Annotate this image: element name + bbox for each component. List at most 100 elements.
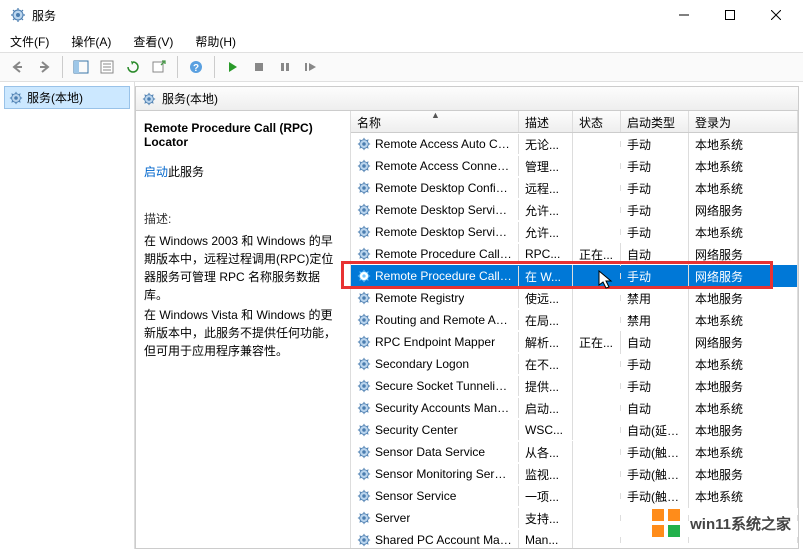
table-row[interactable]: Sensor Service一项...手动(触发...本地系统 — [351, 485, 798, 507]
restart-service-button[interactable] — [299, 55, 323, 79]
gear-icon — [357, 511, 371, 525]
cell-desc: RPC... — [519, 244, 573, 264]
refresh-button[interactable] — [121, 55, 145, 79]
service-rows[interactable]: Remote Access Auto Con...无论...手动本地系统 Remo… — [351, 133, 798, 548]
svg-text:?: ? — [193, 63, 199, 74]
cell-status — [573, 163, 621, 169]
tree-root-label: 服务(本地) — [27, 89, 83, 106]
table-row[interactable]: Sensor Data Service从各...手动(触发...本地系统 — [351, 441, 798, 463]
cell-logon: 本地系统 — [689, 177, 798, 200]
cell-logon: 本地服务 — [689, 463, 798, 486]
cell-name: Remote Registry — [375, 291, 464, 305]
table-row[interactable]: Remote Access Auto Con...无论...手动本地系统 — [351, 133, 798, 155]
gear-icon — [357, 203, 371, 217]
gear-icon — [357, 291, 371, 305]
maximize-button[interactable] — [707, 0, 753, 30]
forward-button[interactable] — [32, 55, 56, 79]
export-button[interactable] — [147, 55, 171, 79]
gear-icon — [357, 401, 371, 415]
service-list: ▲ 名称 描述 状态 启动类型 登录为 Remote Access Auto C… — [351, 111, 798, 548]
cell-logon: 网络服务 — [689, 331, 798, 354]
watermark-logo-icon — [650, 507, 682, 539]
cell-desc: 无论... — [519, 133, 573, 156]
cell-logon: 本地系统 — [689, 155, 798, 178]
cell-desc: 在不... — [519, 353, 573, 376]
table-row[interactable]: Security CenterWSC...自动(延迟...本地服务 — [351, 419, 798, 441]
table-row[interactable]: Remote Desktop Configu...远程...手动本地系统 — [351, 177, 798, 199]
properties-button[interactable] — [95, 55, 119, 79]
table-row[interactable]: Secondary Logon在不...手动本地系统 — [351, 353, 798, 375]
cell-status — [573, 207, 621, 213]
sort-indicator-icon: ▲ — [431, 111, 440, 120]
watermark-text: win11系统之家 — [690, 513, 791, 534]
col-start[interactable]: 启动类型 — [621, 111, 689, 132]
cell-logon: 本地系统 — [689, 309, 798, 332]
cell-name: Remote Desktop Service... — [375, 225, 512, 239]
cell-logon: 本地服务 — [689, 375, 798, 398]
cell-name: Routing and Remote Acc... — [375, 313, 512, 327]
back-button[interactable] — [6, 55, 30, 79]
gear-icon — [357, 137, 371, 151]
cell-start: 禁用 — [621, 287, 689, 310]
table-row[interactable]: Secure Socket Tunneling ...提供...手动本地服务 — [351, 375, 798, 397]
cell-name: RPC Endpoint Mapper — [375, 335, 495, 349]
cell-desc: 允许... — [519, 221, 573, 244]
table-row[interactable]: Remote Desktop Services允许...手动网络服务 — [351, 199, 798, 221]
menu-action[interactable]: 操作(A) — [67, 31, 115, 52]
app-icon — [10, 7, 26, 23]
col-logon[interactable]: 登录为 — [689, 111, 798, 132]
menu-view[interactable]: 查看(V) — [129, 31, 177, 52]
cell-status — [573, 229, 621, 235]
gear-icon — [357, 445, 371, 459]
col-status[interactable]: 状态 — [573, 111, 621, 132]
show-hide-tree-button[interactable] — [69, 55, 93, 79]
content-panel: 服务(本地) Remote Procedure Call (RPC) Locat… — [135, 86, 799, 549]
table-row[interactable]: RPC Endpoint Mapper解析...正在...自动网络服务 — [351, 331, 798, 353]
start-service-link[interactable]: 启动 — [144, 165, 168, 179]
minimize-button[interactable] — [661, 0, 707, 30]
col-desc[interactable]: 描述 — [519, 111, 573, 132]
cell-status — [573, 141, 621, 147]
gear-icon — [357, 379, 371, 393]
help-button[interactable]: ? — [184, 55, 208, 79]
cell-name: Remote Access Connecti... — [375, 159, 512, 173]
table-row[interactable]: Remote Access Connecti...管理...手动本地系统 — [351, 155, 798, 177]
gear-icon — [357, 357, 371, 371]
cell-logon: 本地系统 — [689, 133, 798, 156]
cell-start: 手动(触发... — [621, 441, 689, 464]
table-row[interactable]: Routing and Remote Acc...在局...禁用本地系统 — [351, 309, 798, 331]
cell-desc: WSC... — [519, 420, 573, 440]
cell-start: 手动 — [621, 353, 689, 376]
cell-desc: 支持... — [519, 507, 573, 530]
table-row[interactable]: Sensor Monitoring Service监视...手动(触发...本地… — [351, 463, 798, 485]
close-button[interactable] — [753, 0, 799, 30]
desc-text-1: 在 Windows 2003 和 Windows 的早期版本中，远程过程调用(R… — [144, 232, 342, 304]
start-service-button[interactable] — [221, 55, 245, 79]
cell-desc: 从各... — [519, 441, 573, 464]
table-row[interactable]: Remote Registry使远...禁用本地服务 — [351, 287, 798, 309]
cell-logon: 网络服务 — [689, 199, 798, 222]
gear-icon — [357, 423, 371, 437]
pause-service-button[interactable] — [273, 55, 297, 79]
cell-desc: 管理... — [519, 155, 573, 178]
cell-status — [573, 537, 621, 543]
cell-status — [573, 273, 621, 279]
table-row[interactable]: Remote Procedure Call (...RPC...正在...自动网… — [351, 243, 798, 265]
menu-help[interactable]: 帮助(H) — [191, 31, 240, 52]
table-row[interactable]: Security Accounts Manag...启动...自动本地系统 — [351, 397, 798, 419]
tree-root-item[interactable]: 服务(本地) — [4, 86, 130, 109]
table-row[interactable]: Remote Procedure Call (...在 W...手动网络服务 — [351, 265, 798, 287]
cell-start: 手动(触发... — [621, 485, 689, 508]
gear-icon — [357, 313, 371, 327]
cell-status — [573, 493, 621, 499]
service-title: Remote Procedure Call (RPC) Locator — [144, 121, 342, 149]
gear-icon — [357, 159, 371, 173]
cell-start: 手动 — [621, 265, 689, 288]
stop-service-button[interactable] — [247, 55, 271, 79]
table-row[interactable]: Remote Desktop Service...允许...手动本地系统 — [351, 221, 798, 243]
cell-desc: Man... — [519, 530, 573, 548]
cell-status — [573, 405, 621, 411]
cell-status: 正在... — [573, 331, 621, 354]
menu-file[interactable]: 文件(F) — [6, 31, 53, 52]
gear-icon — [9, 91, 23, 105]
